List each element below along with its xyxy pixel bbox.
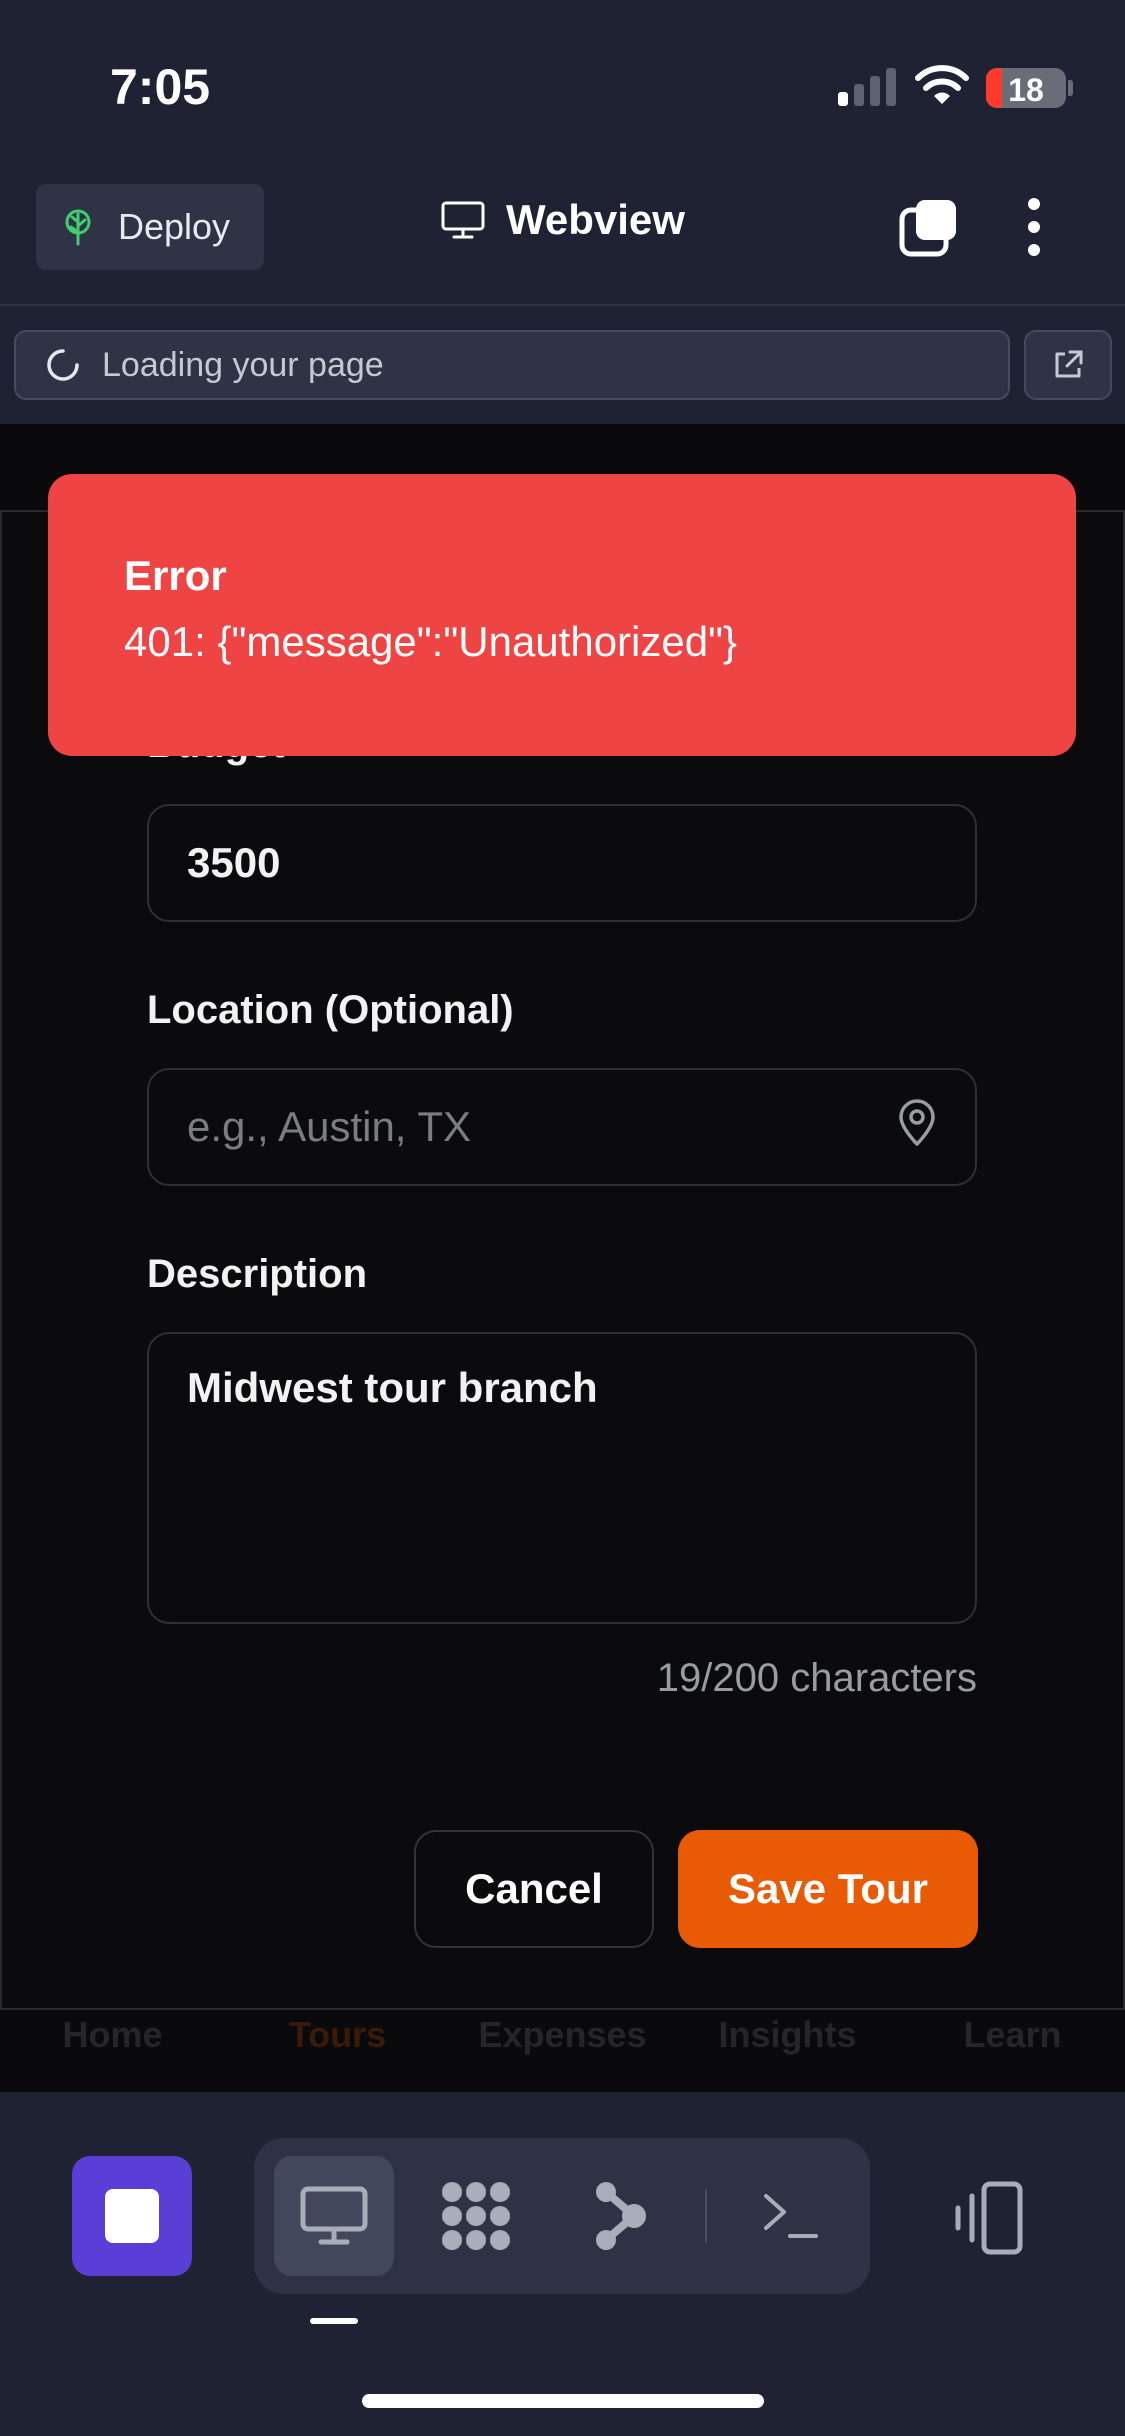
nav-item-tours[interactable]: Tours: [225, 2014, 450, 2074]
battery-icon: 18: [986, 68, 1066, 108]
save-tour-button[interactable]: Save Tour: [678, 1830, 978, 1948]
monitor-icon: [441, 201, 485, 239]
nav-item-learn[interactable]: Learn: [900, 2014, 1125, 2074]
grid-tool-button[interactable]: [416, 2156, 536, 2276]
loading-spinner-icon: [47, 349, 79, 381]
battery-level: 18: [1008, 72, 1044, 108]
branch-icon: [596, 2182, 646, 2250]
header-divider: [0, 304, 1125, 306]
stop-icon: [105, 2189, 159, 2243]
stop-button[interactable]: [72, 2156, 192, 2276]
external-link-icon: [1055, 350, 1083, 378]
wifi-icon: [915, 65, 969, 104]
terminal-icon: [764, 2194, 818, 2238]
nav-item-home[interactable]: Home: [0, 2014, 225, 2074]
deploy-label: Deploy: [118, 206, 231, 247]
status-time: 7:05: [110, 59, 211, 115]
active-tool-indicator: [310, 2318, 358, 2324]
home-indicator[interactable]: [362, 2394, 764, 2408]
toast-message: 401: {"message":"Unauthorized"}: [124, 618, 738, 665]
page-title: Webview: [506, 196, 685, 243]
git-branch-tool-button[interactable]: [560, 2156, 680, 2276]
webview-tool-button[interactable]: [274, 2156, 394, 2276]
budget-input[interactable]: 3500: [147, 804, 977, 922]
cellular-signal-icon: [838, 68, 896, 106]
toolbar-divider: [705, 2190, 707, 2242]
nav-item-expenses[interactable]: Expenses: [450, 2014, 675, 2074]
terminal-tool-button[interactable]: [730, 2156, 850, 2276]
location-input[interactable]: e.g., Austin, TX: [147, 1068, 977, 1186]
dots-grid-icon: [442, 2182, 510, 2250]
cancel-button[interactable]: Cancel: [414, 1830, 654, 1948]
location-label: Location (Optional): [147, 988, 514, 1032]
location-pin-icon: [899, 1099, 935, 1146]
description-textarea[interactable]: Midwest tour branch: [147, 1332, 977, 1624]
tabs-icon[interactable]: [898, 196, 960, 258]
battery-cap: [1068, 80, 1073, 96]
description-label: Description: [147, 1252, 368, 1296]
webview-title: Webview: [440, 196, 685, 244]
app-bottom-nav: Home Tours Expenses Insights Learn: [0, 2014, 1125, 2074]
character-count: 19/200 characters: [656, 1656, 977, 1700]
nav-item-insights[interactable]: Insights: [675, 2014, 900, 2074]
tree-icon: [65, 209, 91, 246]
toast-title: Error: [124, 552, 227, 599]
more-options-icon[interactable]: [1022, 196, 1046, 258]
device-toggle-icon[interactable]: [950, 2180, 1026, 2256]
open-external-button[interactable]: [1024, 330, 1112, 400]
error-toast[interactable]: Error 401: {"message":"Unauthorized"}: [48, 474, 1076, 756]
url-bar-text: Loading your page: [102, 345, 384, 384]
monitor-icon: [300, 2186, 368, 2245]
deploy-button[interactable]: Deploy: [36, 184, 264, 270]
url-bar[interactable]: Loading your page: [14, 330, 1010, 400]
